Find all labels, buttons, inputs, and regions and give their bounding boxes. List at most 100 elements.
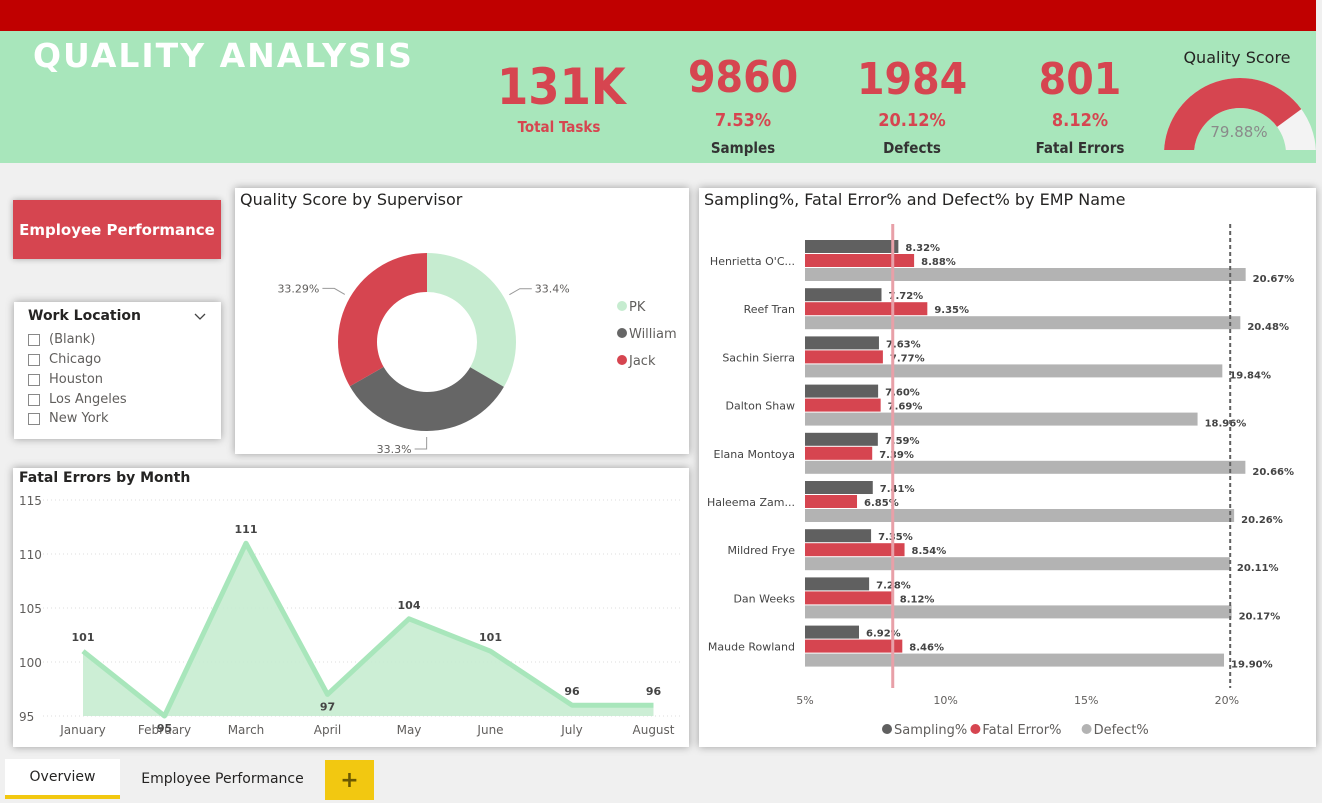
- donut-value-label: 33.3%: [377, 443, 412, 454]
- donut-slice-william: [349, 366, 504, 431]
- kpi-value: 9860: [688, 52, 799, 103]
- donut-leader-line: [322, 287, 346, 295]
- gauge-svg: 79.88%: [1164, 78, 1316, 150]
- legend-label: Fatal Error%: [982, 723, 1061, 738]
- emp-rates-panel: Sampling%, Fatal Error% and Defect% by E…: [699, 188, 1316, 747]
- kpi-defects: 1984 20.12% Defects: [857, 56, 967, 158]
- checkbox[interactable]: [28, 412, 40, 425]
- y-tick-label: 115: [19, 494, 42, 508]
- slicer-item-label: (Blank): [49, 332, 96, 347]
- chevron-down-icon[interactable]: [193, 310, 207, 324]
- data-label: 111: [235, 523, 258, 536]
- donut-leader-line: [509, 288, 532, 296]
- employee-performance-button[interactable]: Employee Performance: [13, 200, 221, 259]
- x-tick-label: January: [59, 723, 106, 737]
- slicer-item[interactable]: (Blank): [28, 332, 95, 347]
- area-chart: 95100105110115101January 95February111Mar…: [19, 494, 683, 737]
- x-tick-label: 10%: [933, 694, 957, 707]
- bar-defect: [805, 509, 1235, 522]
- category-label: Reef Tran: [744, 303, 795, 316]
- bar-sampling: [805, 577, 870, 591]
- slicer-item[interactable]: Chicago: [28, 352, 101, 367]
- legend-marker: [617, 301, 627, 311]
- bar-value-label: 7.63%: [886, 339, 921, 350]
- bar-sampling: [805, 432, 878, 446]
- x-tick-label: March: [228, 723, 265, 737]
- bar-sampling: [805, 288, 882, 302]
- category-label: Mildred Frye: [728, 544, 796, 557]
- checkbox[interactable]: [28, 393, 40, 406]
- category-label: Dan Weeks: [733, 592, 795, 605]
- bar-value-label: 18.96%: [1205, 419, 1247, 430]
- bar-value-label: 9.35%: [934, 305, 969, 316]
- quality-score-by-supervisor-panel: Quality Score by Supervisor 33.4% 33.3% 33…: [235, 188, 689, 454]
- kpi-value: 801: [1038, 54, 1122, 105]
- bar-value-label: 8.32%: [905, 243, 940, 254]
- gauge-value-label: 79.88%: [1210, 123, 1267, 141]
- legend-marker: [1081, 724, 1092, 734]
- bar-defect: [805, 412, 1198, 426]
- work-location-slicer: Work Location (Blank) Chicago Houston Lo…: [14, 302, 221, 439]
- bar-chart: 5% 10% 15% 20% Henrietta O'C... 8.32% 8.88% 20.…: [707, 224, 1295, 738]
- category-label: Maude Rowland: [708, 641, 795, 654]
- bar-value-label: 7.77%: [890, 353, 925, 364]
- slicer-item[interactable]: Houston: [28, 372, 103, 387]
- bar-fatalerror: [805, 398, 881, 412]
- category-label: Sachin Sierra: [722, 351, 795, 364]
- y-tick-label: 105: [19, 602, 42, 616]
- kpi-pct: 8.12%: [1051, 110, 1109, 131]
- checkbox[interactable]: [28, 353, 40, 366]
- kpi-samples: 9860 7.53% Samples: [688, 52, 799, 158]
- bar-value-label: 8.54%: [912, 546, 947, 557]
- bar-value-label: 6.92%: [866, 629, 901, 640]
- bar-value-label: 8.46%: [909, 643, 944, 654]
- x-tick-label: April: [314, 723, 341, 737]
- add-page-button[interactable]: +: [325, 760, 374, 800]
- slicer-item-label: New York: [49, 411, 109, 426]
- bar-sampling: [805, 336, 879, 350]
- bar-defect: [805, 653, 1225, 667]
- bar-value-label: 7.41%: [880, 484, 915, 495]
- y-tick-label: 95: [19, 710, 34, 724]
- kpi-label: Defects: [883, 139, 941, 157]
- bar-fatalerror: [805, 254, 915, 267]
- slicer-item-label: Houston: [49, 372, 104, 387]
- slicer-item[interactable]: Los Angeles: [28, 392, 127, 407]
- donut-value-label: 33.29%: [277, 282, 319, 295]
- bar-value-label: 20.26%: [1241, 515, 1283, 526]
- y-tick-label: 110: [19, 548, 42, 562]
- donut-value-label: 33.4%: [535, 283, 570, 296]
- slicer-item[interactable]: New York: [28, 411, 109, 426]
- data-label: 101: [479, 631, 502, 644]
- bar-value-label: 20.67%: [1253, 274, 1295, 285]
- x-tick-label: June: [476, 723, 503, 737]
- donut-slice-jack: [338, 253, 427, 387]
- tab-overview[interactable]: Overview: [5, 759, 120, 799]
- checkbox[interactable]: [28, 333, 40, 346]
- x-tick-label: August: [633, 723, 675, 737]
- bar-defect: [805, 364, 1223, 378]
- fatal-errors-by-month-panel: Fatal Errors by Month 95 100 105 110 115 101 J…: [13, 468, 689, 747]
- legend-label: Defect%: [1094, 723, 1149, 738]
- bar-value-label: 8.88%: [921, 257, 956, 268]
- x-tick-label: 20%: [1215, 694, 1239, 707]
- category-label: Elana Montoya: [714, 448, 795, 461]
- tab-employee-performance[interactable]: Employee Performance: [121, 759, 324, 799]
- y-tick-label: 100: [19, 656, 42, 670]
- bar-value-label: 7.59%: [885, 436, 920, 447]
- x-tick-label: February: [138, 723, 191, 737]
- data-label: 96: [646, 685, 662, 698]
- bar-sampling: [805, 625, 859, 639]
- legend-label: William: [629, 327, 677, 342]
- category-label: Dalton Shaw: [726, 400, 795, 413]
- bar-sampling: [805, 384, 879, 398]
- bar-fatalerror: [805, 446, 873, 460]
- bar-value-label: 7.60%: [885, 388, 920, 399]
- data-label: 96: [564, 685, 580, 698]
- data-label: 101: [72, 631, 95, 644]
- bar-value-label: 8.12%: [900, 594, 935, 605]
- legend-marker: [970, 724, 981, 734]
- bar-sampling: [805, 481, 873, 494]
- kpi-label: Total Tasks: [517, 118, 601, 136]
- checkbox[interactable]: [28, 373, 40, 386]
